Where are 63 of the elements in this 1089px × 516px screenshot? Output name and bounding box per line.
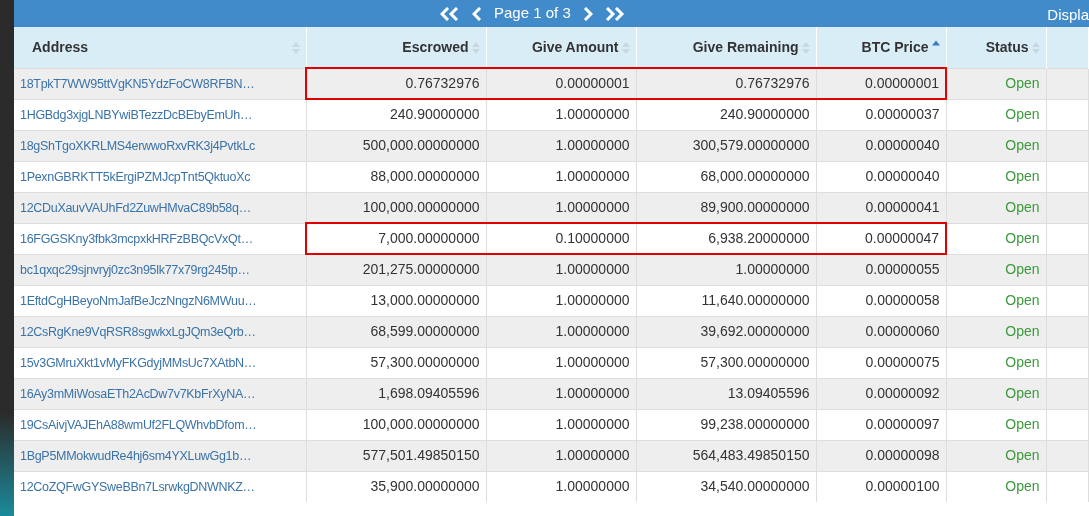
address-link[interactable]: 16FGGSKny3fbk3mcpxkHRFzBBQcVxQt… [20, 232, 253, 246]
table-cell: 1.00000000 [486, 440, 636, 471]
table-cell: 34,540.00000000 [636, 471, 816, 502]
column-label: Escrowed [402, 38, 469, 55]
column-label: Status [985, 38, 1029, 55]
table-cell: 39,692.00000000 [636, 316, 816, 347]
address-link[interactable]: 1EftdCgHBeyoNmJafBeJczNngzN6MWuu… [20, 294, 257, 308]
page-label: Page 1 of 3 [493, 3, 572, 24]
column-label: Give Amount [531, 38, 619, 55]
table-cell: 7,000.00000000 [306, 223, 486, 254]
table-cell: 0.00000001 [486, 68, 636, 99]
table-cell: 0.00000092 [816, 378, 946, 409]
status-text: Open [1005, 478, 1040, 495]
status-text: Open [1005, 199, 1040, 215]
table-cell: 564,483.49850150 [636, 440, 816, 471]
status-text: Open [1005, 261, 1040, 277]
table-cell: 68,599.00000000 [306, 316, 486, 347]
table-cell: 0.00000055 [816, 254, 946, 285]
table-cell: 0.00000100 [816, 471, 946, 502]
status-text: Open [1005, 106, 1040, 122]
status-text: Open [1005, 230, 1040, 246]
status-text: Open [1005, 75, 1040, 91]
table-cell: 300,579.00000000 [636, 130, 816, 161]
table-cell: 1.00000000 [486, 316, 636, 347]
status-text: Open [1005, 385, 1040, 401]
column-label: BTC Price [861, 38, 929, 55]
table-cell: 0.00000060 [816, 316, 946, 347]
table-cell: 1.00000000 [486, 192, 636, 223]
table-cell: 1.00000000 [486, 130, 636, 161]
status-text: Open [1005, 323, 1040, 339]
table-cell: 89,900.00000000 [636, 192, 816, 223]
table-cell: 1.00000000 [486, 471, 636, 502]
column-label: Give Remaining [692, 38, 799, 55]
table-cell: 0.00000098 [816, 440, 946, 471]
column-label: Address [32, 38, 89, 55]
status-text: Open [1005, 292, 1040, 308]
table-cell: 100,000.00000000 [306, 192, 486, 223]
status-text: Open [1005, 168, 1040, 184]
table-cell: 1.00000000 [636, 254, 816, 285]
address-link[interactable]: 1HGBdg3xjgLNBYwiBTezzDcBEbyEmUh… [20, 108, 253, 122]
table-cell: 0.76732976 [636, 68, 816, 99]
table-cell: 1.00000000 [486, 378, 636, 409]
status-text: Open [1005, 447, 1040, 463]
table-cell: 0.00000041 [816, 192, 946, 223]
table-cell: 13.09405596 [636, 378, 816, 409]
table-cell: 0.00000047 [816, 223, 946, 254]
address-link[interactable]: 1PexnGBRKTT5kErgiPZMJcpTnt5QktuoXc [20, 170, 251, 184]
status-text: Open [1005, 354, 1040, 370]
address-link[interactable]: 12CoZQFwGYSweBBn7LsrwkgDNWNKZ… [20, 480, 255, 495]
table-cell: 1.00000000 [486, 254, 636, 285]
table-cell: 0.76732976 [306, 68, 486, 99]
table-cell: 201,275.00000000 [306, 254, 486, 285]
status-text: Open [1005, 416, 1040, 432]
table-cell: 500,000.00000000 [306, 130, 486, 161]
display-label: Displa [1047, 5, 1089, 25]
table-cell: 577,501.49850150 [306, 440, 486, 471]
table-cell: 35,900.00000000 [306, 471, 486, 502]
table-cell: 0.00000040 [816, 130, 946, 161]
status-text: Open [1005, 137, 1040, 153]
table-cell: 0.00000001 [816, 68, 946, 99]
address-link[interactable]: 19CsAivjVAJEhA88wmUf2FLQWhvbDfom… [20, 418, 257, 432]
address-link[interactable]: 15v3GMruXkt1vMyFKGdyjMMsUc7XAtbN… [20, 356, 256, 370]
table-cell: 1,698.09405596 [306, 378, 486, 409]
